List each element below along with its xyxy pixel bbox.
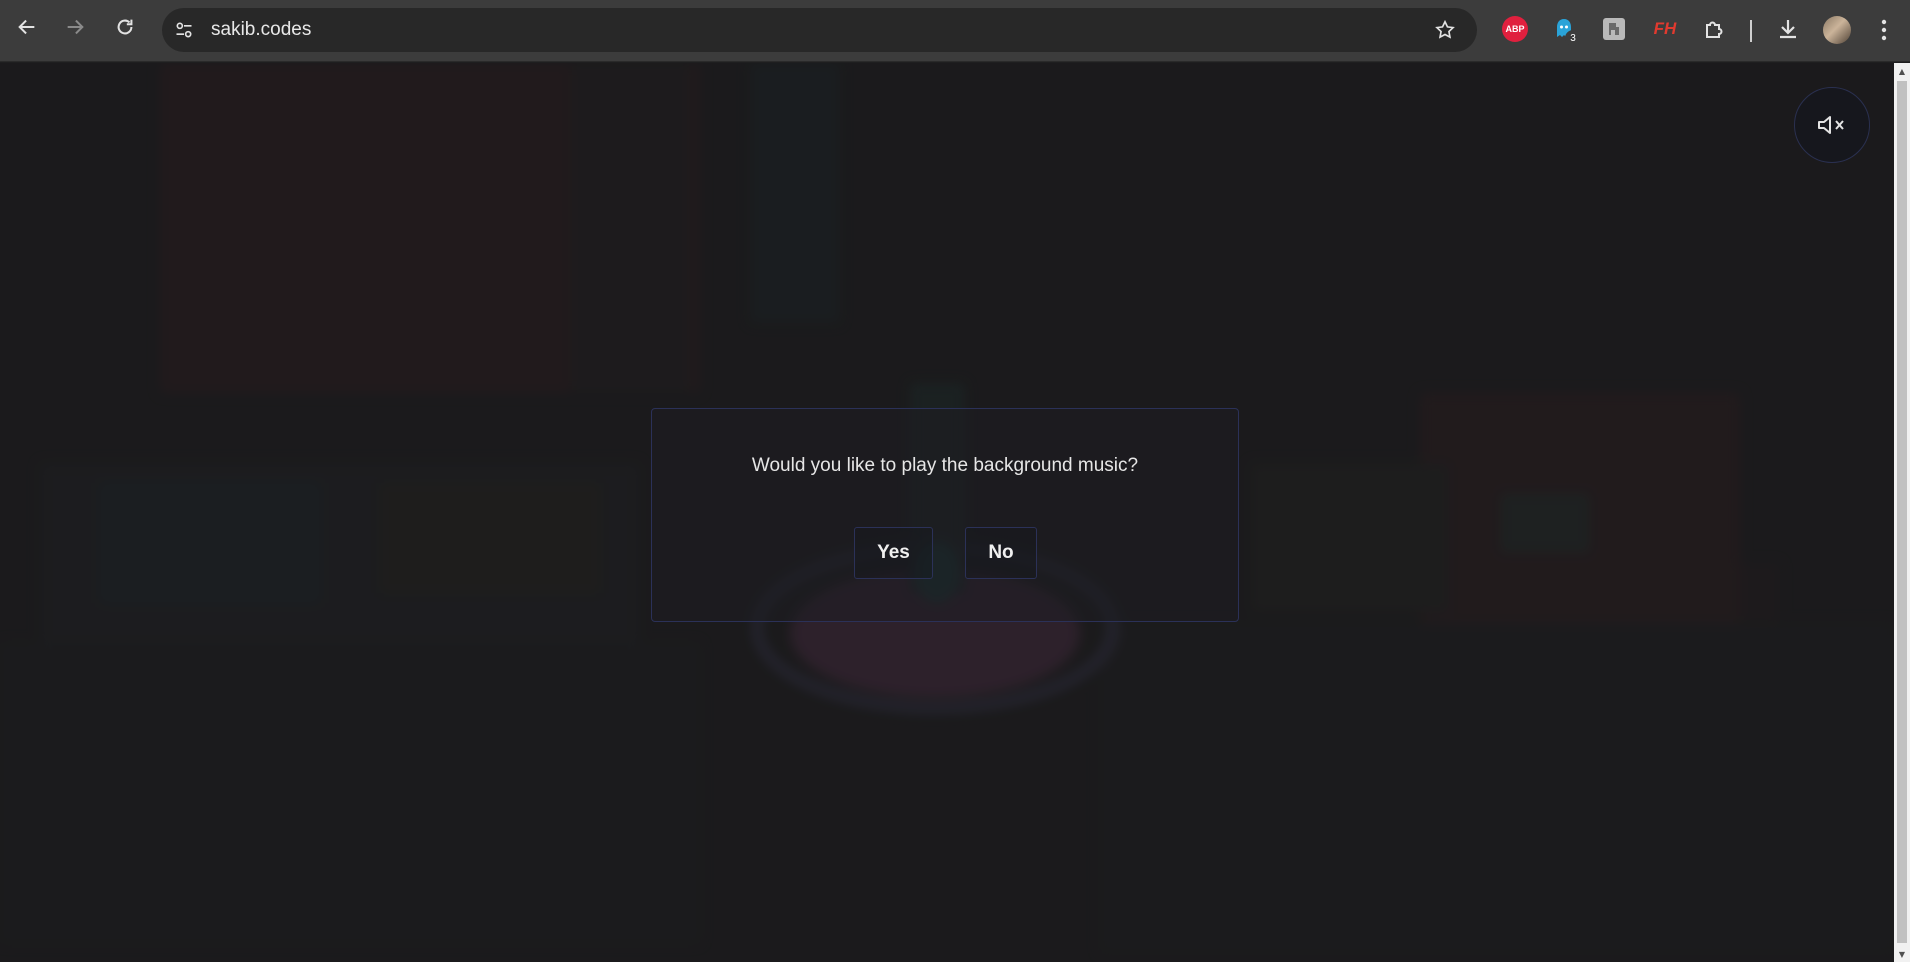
mute-toggle-button[interactable] bbox=[1794, 87, 1870, 163]
puzzle-icon bbox=[1706, 21, 1723, 38]
scroll-thumb[interactable] bbox=[1897, 81, 1907, 943]
url-text[interactable]: sakib.codes bbox=[211, 19, 311, 41]
yes-button[interactable]: Yes bbox=[854, 527, 933, 579]
scroll-down-arrow[interactable]: ▼ bbox=[1894, 946, 1910, 962]
reload-button[interactable] bbox=[112, 14, 138, 40]
page-scrollbar[interactable]: ▲ ▼ bbox=[1894, 63, 1910, 962]
back-button[interactable] bbox=[14, 14, 40, 40]
address-bar[interactable]: sakib.codes bbox=[162, 8, 1477, 52]
downloads-button[interactable] bbox=[1775, 16, 1801, 42]
ghostery-extension[interactable]: 3 bbox=[1551, 16, 1581, 46]
site-info-button[interactable] bbox=[172, 18, 196, 42]
toolbar-separator bbox=[1750, 20, 1752, 42]
bookmark-button[interactable] bbox=[1433, 18, 1457, 42]
scroll-up-arrow[interactable]: ▲ bbox=[1894, 63, 1910, 79]
tune-icon bbox=[176, 22, 192, 38]
arrow-left-icon bbox=[18, 19, 35, 35]
music-prompt-dialog: Would you like to play the background mu… bbox=[651, 408, 1239, 622]
star-icon bbox=[1435, 19, 1455, 39]
page-viewport: Would you like to play the background mu… bbox=[0, 63, 1894, 962]
adblock-plus-extension[interactable]: ABP bbox=[1502, 16, 1528, 42]
download-icon bbox=[1780, 20, 1796, 39]
fh-label: FH bbox=[1653, 19, 1677, 38]
speaker-muted-icon bbox=[1818, 116, 1844, 134]
no-button[interactable]: No bbox=[965, 527, 1037, 579]
fh-extension[interactable]: FH bbox=[1650, 16, 1680, 42]
forward-button[interactable] bbox=[62, 14, 88, 40]
profile-avatar[interactable] bbox=[1823, 16, 1851, 44]
browser-toolbar: sakib.codes ABP 3 FH bbox=[0, 0, 1910, 62]
puzzle-extension[interactable] bbox=[1601, 16, 1627, 42]
music-prompt-question: Would you like to play the background mu… bbox=[751, 455, 1139, 476]
extensions-button[interactable] bbox=[1701, 16, 1727, 42]
reload-icon bbox=[117, 19, 133, 35]
browser-menu-button[interactable] bbox=[1872, 16, 1896, 44]
ghostery-badge: 3 bbox=[1565, 30, 1581, 46]
kebab-menu-icon bbox=[1881, 19, 1887, 41]
arrow-right-icon bbox=[67, 19, 84, 35]
abp-label: ABP bbox=[1505, 24, 1525, 34]
app-icon bbox=[1603, 18, 1625, 40]
